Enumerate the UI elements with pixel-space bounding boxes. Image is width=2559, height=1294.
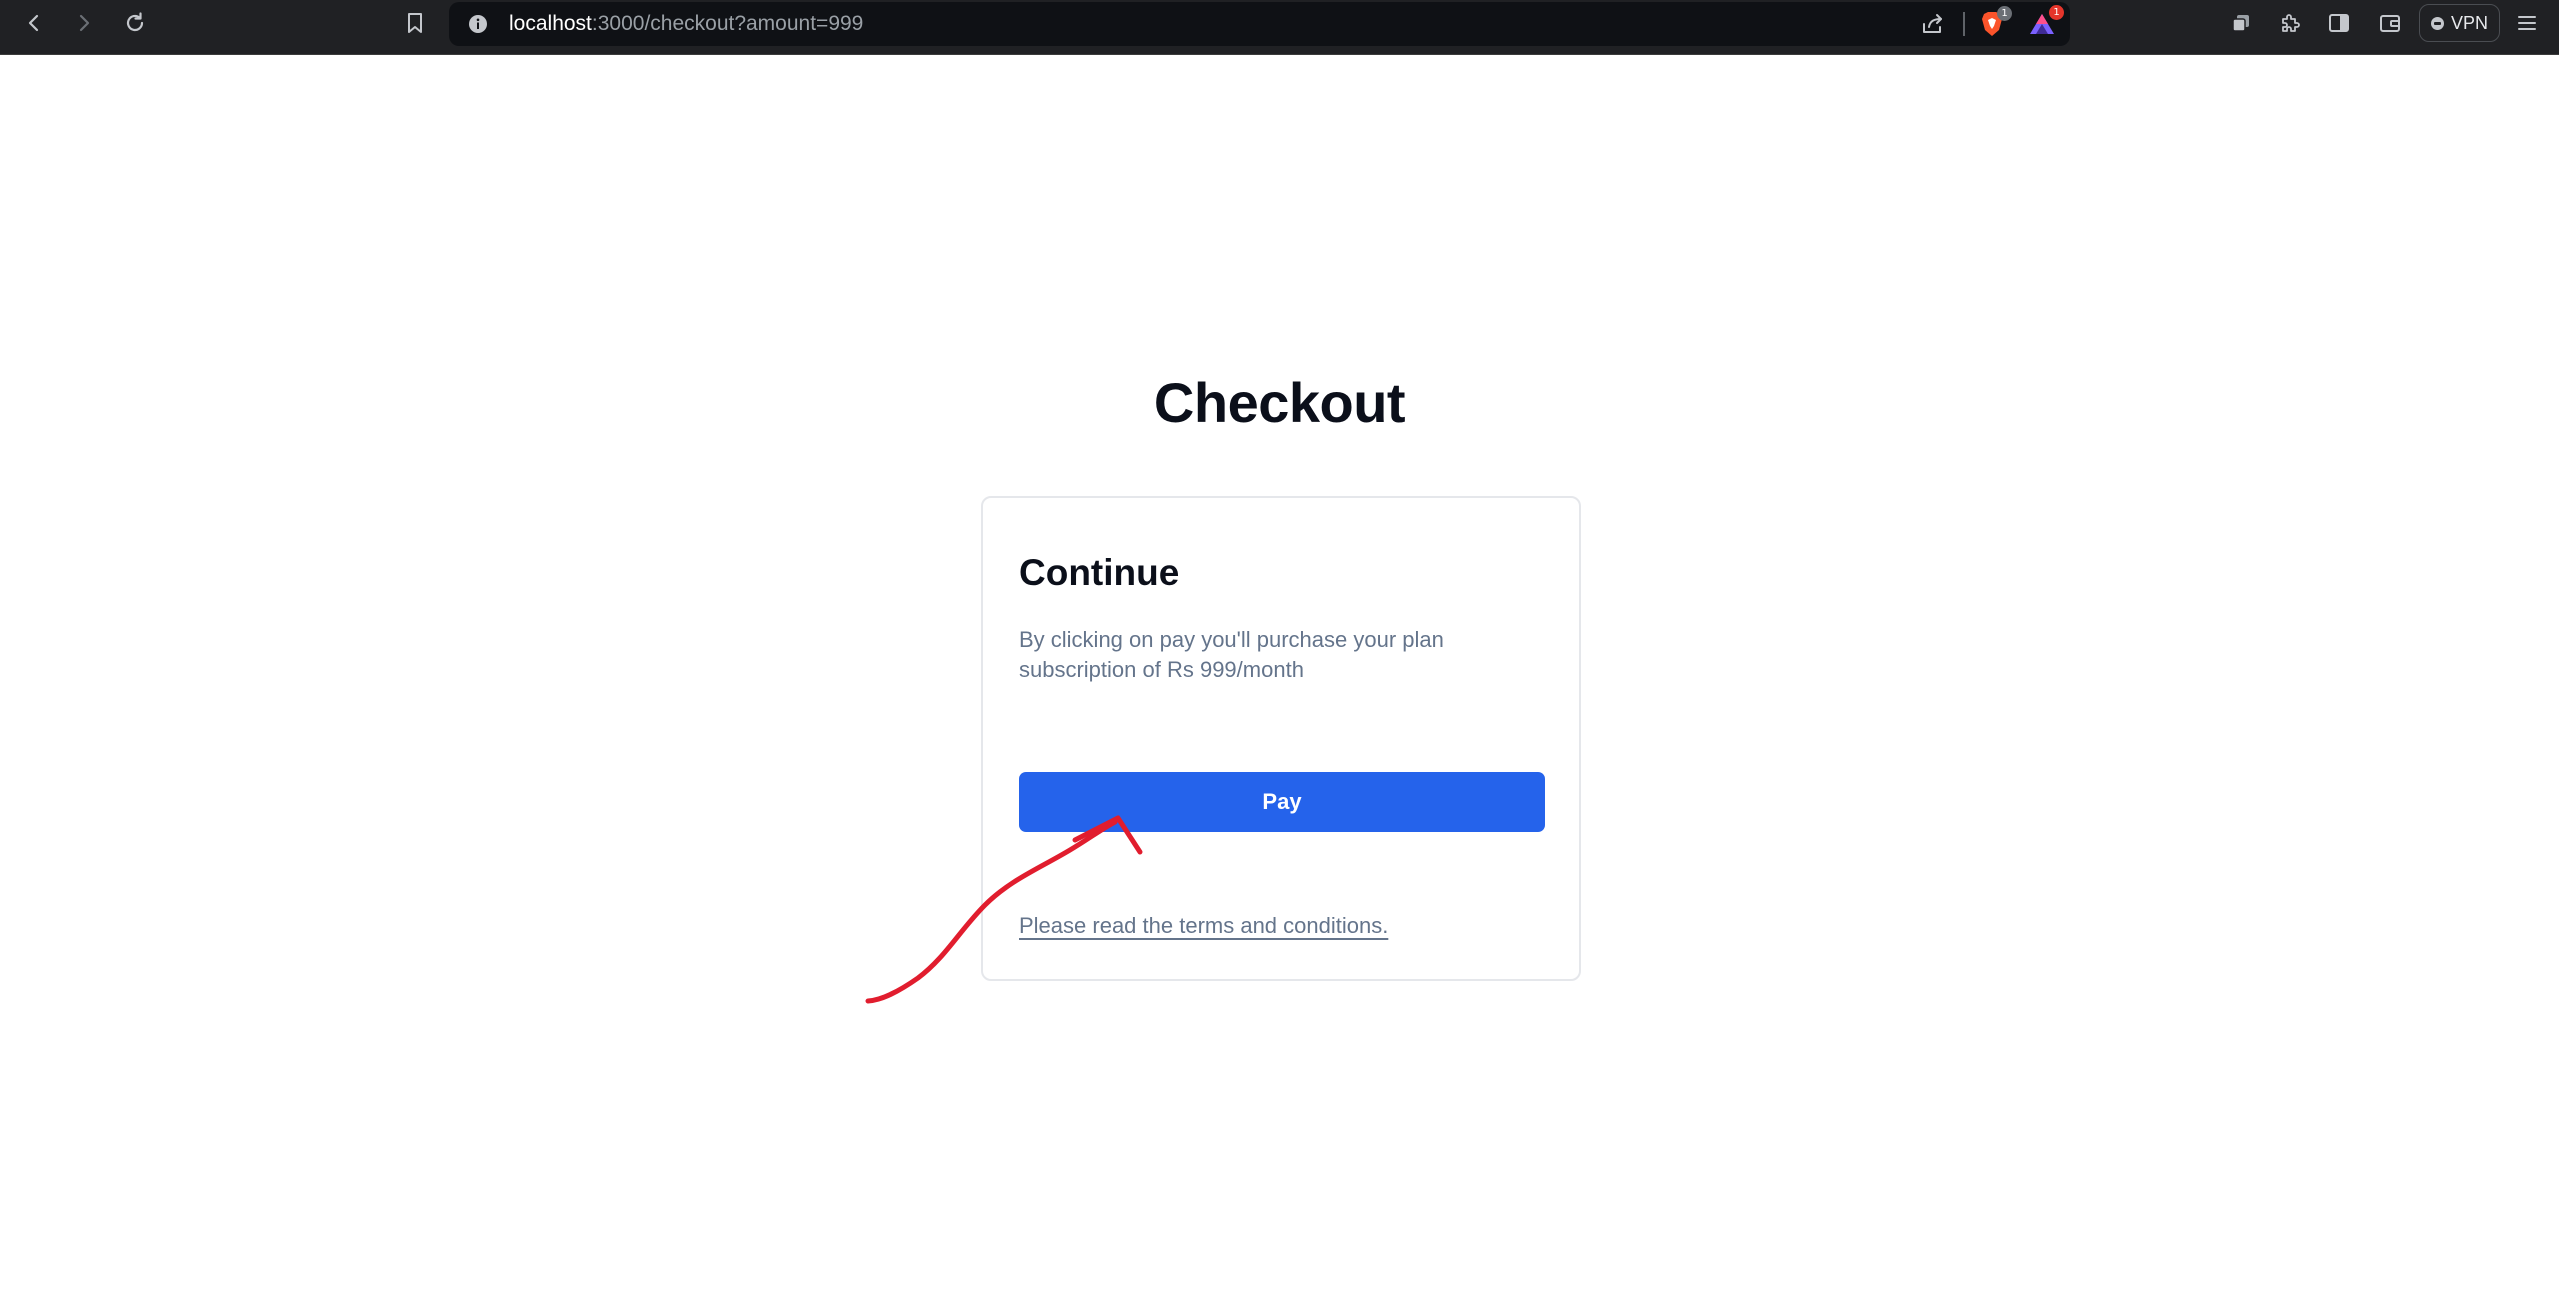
url-text[interactable]: localhost:3000/checkout?amount=999 [509,2,863,46]
extensions-icon[interactable] [2273,6,2307,40]
terms-link[interactable]: Please read the terms and conditions. [1019,913,1388,939]
info-icon[interactable] [467,13,489,35]
browser-toolbar: localhost:3000/checkout?amount=999 1 1 V… [0,0,2559,55]
url-divider [1963,12,1965,36]
tabs-icon[interactable] [2224,6,2258,40]
menu-icon[interactable] [2510,6,2544,40]
checkout-card: Continue By clicking on pay you'll purch… [981,496,1581,981]
address-bar[interactable]: localhost:3000/checkout?amount=999 1 1 [449,2,2070,46]
reload-icon[interactable] [118,6,152,40]
vpn-button[interactable]: VPN [2419,4,2500,42]
url-host: localhost [509,12,592,35]
sidebar-icon[interactable] [2322,6,2356,40]
vpn-label: VPN [2450,12,2488,33]
rewards-badge: 1 [2049,5,2064,20]
bookmark-icon[interactable] [398,6,432,40]
brave-rewards-icon[interactable]: 1 [2025,5,2064,41]
page-title: Checkout [1153,371,1406,434]
wallet-icon[interactable] [2373,6,2407,40]
pay-button[interactable]: Pay [1019,772,1545,832]
back-icon[interactable] [17,6,51,40]
url-path: :3000/checkout?amount=999 [591,12,864,35]
card-title: Continue [1019,552,1180,593]
forward-icon[interactable] [67,6,101,40]
share-icon[interactable] [1916,7,1950,41]
vpn-status-icon [2430,16,2444,30]
shield-badge: 1 [1997,6,2012,21]
card-description: By clicking on pay you'll purchase your … [1019,627,1444,682]
brave-shield-icon[interactable]: 1 [1975,6,2012,41]
